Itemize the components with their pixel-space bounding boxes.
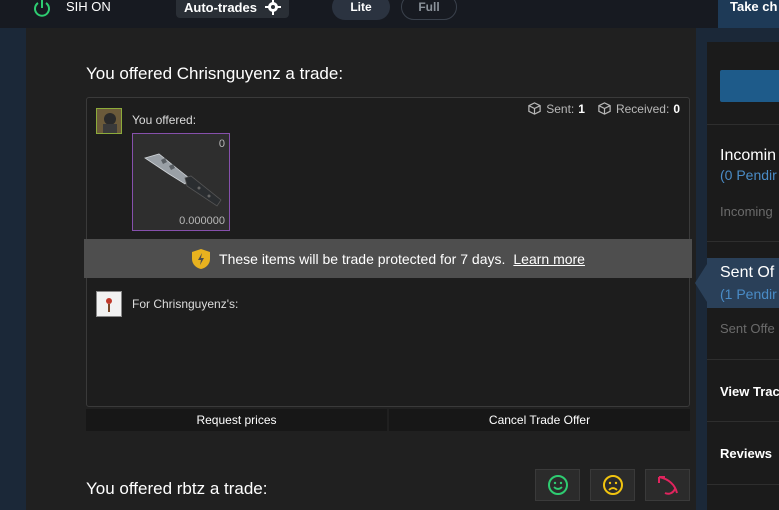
trade-protection-banner: These items will be trade protected for … — [84, 239, 692, 278]
knife-item-icon — [144, 153, 222, 207]
toggle-full[interactable]: Full — [401, 0, 457, 20]
frown-button[interactable] — [590, 469, 635, 501]
for-user-label: For Chrisnguyenz's: — [132, 297, 239, 311]
sidebar-item-incoming[interactable]: Incomin — [720, 147, 776, 165]
avatar-image — [97, 292, 121, 316]
incoming-pending-count: (0 Pendir — [720, 167, 777, 183]
active-pointer — [695, 264, 707, 302]
sidebar-item-view-trade[interactable]: View Trac — [720, 384, 779, 399]
sidebar-divider — [707, 359, 779, 360]
counter-icon — [657, 476, 678, 495]
item-tile[interactable]: 0 0.000000 — [132, 133, 230, 231]
autotrades-label: Auto-trades — [184, 0, 257, 15]
sih-status-label: SIH ON — [66, 0, 111, 14]
toggle-lite[interactable]: Lite — [332, 0, 390, 20]
sidebar-divider — [707, 241, 779, 242]
frown-icon — [602, 475, 623, 495]
top-bar: SIH ON Auto-trades Lite Full Take ch — [0, 0, 779, 28]
avatar[interactable] — [96, 291, 122, 317]
received-label: Received: — [615, 101, 670, 116]
shield-icon — [192, 248, 211, 269]
sidebar-primary-button[interactable] — [720, 70, 779, 102]
take-button[interactable]: Take ch — [718, 0, 779, 28]
trade-stats: Sent: 1 Received: 0 — [527, 101, 680, 116]
sidebar-item-reviews[interactable]: Reviews — [720, 446, 772, 461]
autotrades-button[interactable]: Auto-trades — [176, 0, 289, 18]
item-price: 0.000000 — [179, 215, 225, 227]
received-value: 0 — [673, 101, 680, 116]
left-gutter — [0, 28, 25, 510]
incoming-history-link[interactable]: Incoming — [720, 204, 773, 219]
smile-button[interactable] — [535, 469, 580, 501]
sidebar-divider — [707, 124, 779, 125]
request-prices-button[interactable]: Request prices — [86, 409, 387, 431]
sidebar-divider — [707, 484, 779, 485]
box-out-icon — [528, 102, 541, 115]
offer-title: You offered Chrisnguyenz a trade: — [86, 64, 344, 83]
offer-title: You offered rbtz a trade: — [86, 479, 268, 498]
received-stat: Received: 0 — [597, 101, 680, 116]
avatar-image — [97, 109, 121, 133]
sent-history-link[interactable]: Sent Offe — [720, 321, 775, 336]
power-icon[interactable] — [32, 0, 52, 18]
cancel-trade-offer-button[interactable]: Cancel Trade Offer — [389, 409, 690, 431]
sent-label: Sent: — [546, 101, 575, 116]
sent-stat: Sent: 1 — [527, 101, 585, 116]
gear-icon[interactable] — [264, 0, 281, 15]
learn-more-link[interactable]: Learn more — [513, 251, 585, 267]
sidebar-divider — [707, 421, 779, 422]
offer-actions: Request prices Cancel Trade Offer — [86, 409, 690, 431]
you-offered-label: You offered: — [132, 113, 197, 127]
protection-text: These items will be trade protected for … — [219, 250, 506, 267]
sidebar-item-sent[interactable]: Sent Of — [720, 264, 774, 282]
avatar[interactable] — [96, 108, 122, 134]
sent-pending-count: (1 Pendir — [720, 286, 777, 302]
smile-icon — [547, 475, 568, 495]
counter-offer-button[interactable] — [645, 469, 690, 501]
sent-value: 1 — [578, 101, 585, 116]
box-in-icon — [598, 102, 611, 115]
